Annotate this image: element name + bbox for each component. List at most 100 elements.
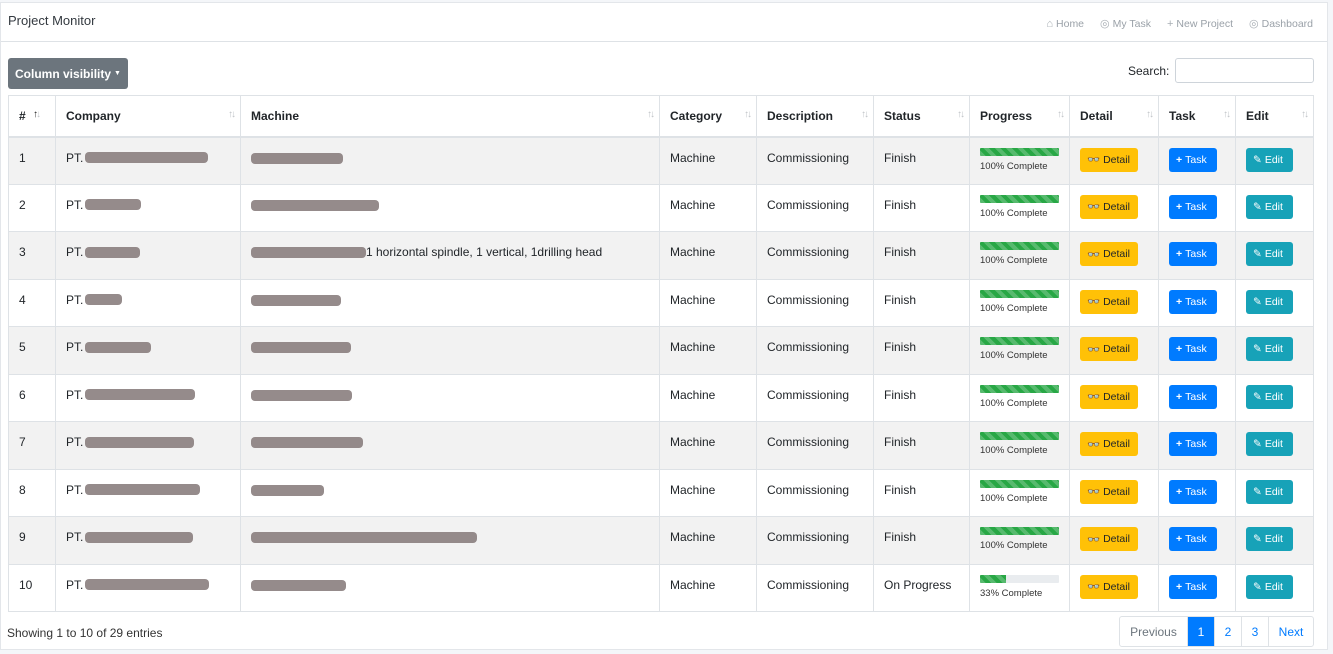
page-1-button[interactable]: 1 — [1187, 617, 1214, 646]
edit-button[interactable]: ✎ Edit — [1246, 384, 1293, 409]
task-cell: + Task — [1158, 516, 1236, 565]
nav-my-task[interactable]: ◎ My Task — [1100, 17, 1151, 31]
task-button[interactable]: + Task — [1169, 242, 1217, 266]
row-number: 3 — [8, 231, 56, 280]
sort-icon: ↑↓ — [228, 109, 236, 120]
page-2-button[interactable]: 2 — [1214, 617, 1241, 646]
edit-button[interactable]: ✎ Edit — [1246, 242, 1293, 266]
progress-text: 100% Complete — [980, 350, 1048, 361]
detail-button[interactable]: 👓 Detail — [1080, 527, 1138, 551]
task-button[interactable]: + Task — [1169, 289, 1217, 314]
task-button[interactable]: + Task — [1169, 194, 1217, 219]
tachometer-icon: ◎ — [1100, 18, 1110, 30]
status-cell: Finish — [873, 278, 970, 327]
detail-button[interactable]: 👓 Detail — [1080, 574, 1138, 599]
task-button[interactable]: + Task — [1169, 432, 1217, 456]
description-cell: Commissioning — [756, 326, 874, 375]
redacted-text — [85, 246, 141, 258]
sort-icon: ↑↓ — [861, 109, 869, 120]
task-button[interactable]: + Task — [1169, 479, 1217, 504]
status-cell: Finish — [873, 136, 970, 185]
column-header-category[interactable]: Category ↑↓ — [659, 95, 757, 138]
nav-new-project[interactable]: + New Project — [1167, 17, 1233, 30]
edit-button[interactable]: ✎ Edit — [1246, 337, 1293, 361]
navbar: Project Monitor ⌂ Home ◎ My Task + New Proj… — [1, 3, 1327, 42]
sort-icon: ↑↓ — [957, 109, 965, 120]
glasses-icon: 👓 — [1087, 533, 1101, 546]
category-cell: Machine — [659, 136, 757, 185]
column-header-edit[interactable]: Edit ↑↓ — [1235, 95, 1314, 138]
detail-button[interactable]: 👓 Detail — [1080, 147, 1138, 172]
edit-button[interactable]: ✎ Edit — [1246, 194, 1293, 219]
column-header-status[interactable]: Status ↑↓ — [873, 95, 970, 138]
progress-fill — [980, 289, 1059, 298]
progress-cell: 33% Complete — [969, 563, 1070, 612]
column-header-machine[interactable]: Machine ↑↓ — [240, 95, 660, 138]
edit-button[interactable]: ✎ Edit — [1246, 574, 1293, 599]
detail-cell: 👓 Detail — [1069, 231, 1159, 280]
task-button[interactable]: + Task — [1169, 337, 1217, 361]
company-cell: PT. — [55, 183, 241, 232]
detail-cell: 👓 Detail — [1069, 563, 1159, 612]
progress-cell: 100% Complete — [969, 468, 1070, 517]
task-cell: + Task — [1158, 183, 1236, 232]
redacted-text — [251, 247, 366, 259]
detail-button[interactable]: 👓 Detail — [1080, 337, 1138, 361]
pencil-icon: ✎ — [1253, 295, 1262, 308]
category-cell: Machine — [659, 326, 757, 375]
column-header-task[interactable]: Task ↑↓ — [1158, 95, 1236, 138]
pencil-icon: ✎ — [1253, 343, 1262, 355]
table-row: 6 PT. Machine Commissioning Finish 100% … — [8, 373, 1314, 422]
caret-down-icon: ▼ — [114, 70, 121, 77]
next-page-button[interactable]: Next — [1268, 617, 1313, 646]
plus-icon: + — [1176, 390, 1183, 403]
detail-button[interactable]: 👓 Detail — [1080, 432, 1138, 456]
page-3-button[interactable]: 3 — [1241, 617, 1268, 646]
plus-icon: + — [1176, 200, 1183, 213]
redacted-text — [85, 389, 196, 400]
column-header-progress[interactable]: Progress ↑↓ — [969, 95, 1070, 138]
detail-button[interactable]: 👓 Detail — [1080, 479, 1138, 504]
glasses-icon: 👓 — [1087, 296, 1101, 308]
task-cell: + Task — [1158, 373, 1236, 422]
task-button[interactable]: + Task — [1169, 147, 1217, 172]
column-visibility-button[interactable]: Column visibility ▼ — [8, 58, 128, 89]
column-header-number[interactable]: # ↑↓ — [8, 95, 56, 138]
edit-cell: ✎ Edit — [1235, 421, 1314, 470]
machine-cell — [240, 468, 660, 517]
detail-button[interactable]: 👓 Detail — [1080, 289, 1138, 314]
company-cell: PT. — [55, 326, 241, 375]
detail-button[interactable]: 👓 Detail — [1080, 194, 1138, 219]
detail-button[interactable]: 👓 Detail — [1080, 384, 1138, 409]
main-card: Project Monitor ⌂ Home ◎ My Task + New Proj… — [0, 2, 1328, 650]
edit-button[interactable]: ✎ Edit — [1246, 432, 1293, 456]
nav-home[interactable]: ⌂ Home — [1046, 17, 1084, 30]
category-cell: Machine — [659, 563, 757, 612]
detail-button[interactable]: 👓 Detail — [1080, 242, 1138, 266]
column-header-description[interactable]: Description ↑↓ — [756, 95, 874, 138]
table-header-row: # ↑↓ Company ↑↓ Machine ↑↓ Category ↑↓ Descripti… — [8, 95, 1314, 138]
edit-button[interactable]: ✎ Edit — [1246, 289, 1293, 314]
plus-icon: + — [1166, 17, 1174, 30]
edit-cell: ✎ Edit — [1235, 373, 1314, 422]
glasses-icon: 👓 — [1087, 581, 1101, 593]
redacted-text — [85, 531, 194, 543]
edit-button[interactable]: ✎ Edit — [1246, 147, 1293, 172]
redacted-text — [85, 484, 201, 495]
plus-icon: + — [1176, 580, 1183, 593]
edit-button[interactable]: ✎ Edit — [1246, 479, 1293, 504]
previous-page-button[interactable]: Previous — [1120, 617, 1187, 646]
status-cell: Finish — [873, 231, 970, 280]
search-input[interactable] — [1175, 58, 1315, 83]
column-header-company[interactable]: Company ↑↓ — [55, 95, 241, 138]
column-header-detail[interactable]: Detail ↑↓ — [1069, 95, 1159, 138]
pencil-icon: ✎ — [1253, 485, 1262, 498]
progress-text: 100% Complete — [980, 445, 1048, 456]
redacted-text — [85, 199, 142, 210]
nav-dashboard[interactable]: ◎ Dashboard — [1249, 17, 1313, 31]
task-button[interactable]: + Task — [1169, 384, 1217, 409]
task-button[interactable]: + Task — [1169, 527, 1217, 551]
task-button[interactable]: + Task — [1169, 574, 1217, 599]
edit-button[interactable]: ✎ Edit — [1246, 527, 1293, 551]
progress-bar — [980, 337, 1059, 345]
